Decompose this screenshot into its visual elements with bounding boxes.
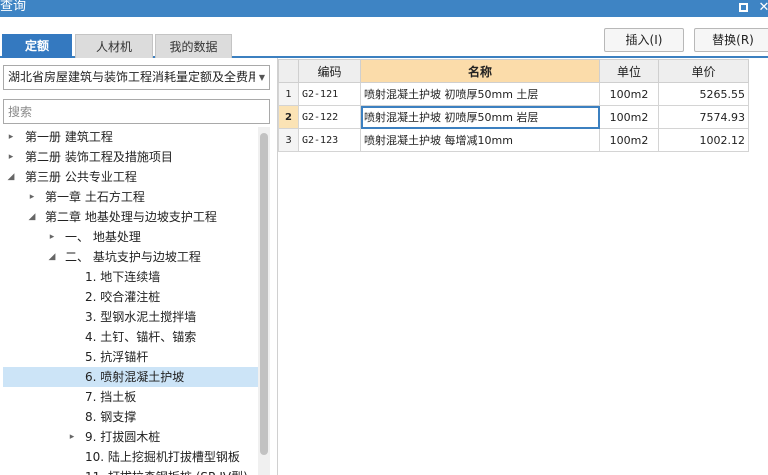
cell-price[interactable]: 5265.55 [658,82,749,106]
tree-node-label: 二、 基坑支护与边坡工程 [65,250,201,264]
tree-node-label: 5. 抗浮锚杆 [85,350,149,364]
cell-code[interactable]: G2-123 [298,128,361,152]
cell-unit[interactable]: 100m2 [599,128,659,152]
tree-node-label: 8. 钢支撑 [85,410,137,424]
tree-node-label: 第二册 装饰工程及措施项目 [25,150,173,164]
expand-icon[interactable]: ▸ [47,227,57,247]
cell-name[interactable]: 喷射混凝土护坡 每增减10mm [360,128,600,152]
chevron-down-icon[interactable]: ▼ [255,66,269,89]
column-header-price[interactable]: 单价 [658,59,749,83]
table-header-row: 编码 名称 单位 单价 [278,59,749,83]
row-number: 1 [278,82,299,106]
tree-node-label: 4. 土钉、锚杆、锚索 [85,330,197,344]
tree-node-label: 7. 挡土板 [85,390,137,404]
cell-name[interactable]: 喷射混凝土护坡 初喷厚50mm 土层 [360,82,600,106]
window-title: 查询 [0,0,27,14]
tree-node-label: 一、 地基处理 [65,230,141,244]
cell-price[interactable]: 7574.93 [658,105,749,129]
expand-icon[interactable]: ▸ [6,127,16,147]
tree-node-label: 11. 打拔拉森钢板桩 (SP-IV型) [85,467,248,475]
tab-my-data[interactable]: 我的数据 [155,34,232,58]
replace-button[interactable]: 替换(R) [694,28,768,52]
tree-node-label: 第三册 公共专业工程 [25,170,137,184]
collapse-icon[interactable]: ◢ [47,247,57,267]
cell-name[interactable]: 喷射混凝土护坡 初喷厚50mm 岩层 [360,105,600,129]
close-icon[interactable]: ✕ [754,0,768,17]
column-header-unit[interactable]: 单位 [599,59,659,83]
scrollbar-thumb[interactable] [260,133,268,455]
tab-quota[interactable]: 定额 [2,34,72,58]
collapse-icon[interactable]: ◢ [27,207,37,227]
left-panel: 湖北省房屋建筑与装饰工程消耗量定额及全费用 ▼ ▸ 第一册 建筑工程 ▸ 第二册… [0,58,275,475]
tree-node-label: 3. 型钢水泥土搅拌墙 [85,310,197,324]
collapse-icon[interactable]: ◢ [6,167,16,187]
column-header-name[interactable]: 名称 [360,59,600,83]
cell-price[interactable]: 1002.12 [658,128,749,152]
column-header-code[interactable]: 编码 [298,59,361,83]
row-number-header [278,59,299,83]
cell-unit[interactable]: 100m2 [599,105,659,129]
tree-node-label: 6. 喷射混凝土护坡 [85,370,185,384]
row-number: 3 [278,128,299,152]
result-grid-area: 编码 名称 单位 单价 1 G2-121 喷射混凝土护坡 初喷厚50mm 土层 … [277,58,768,475]
tree-node-label: 10. 陆上挖掘机打拔槽型钢板 [85,450,240,464]
result-table: 编码 名称 单位 单价 1 G2-121 喷射混凝土护坡 初喷厚50mm 土层 … [278,59,749,152]
tree-node-label: 1. 地下连续墙 [85,270,161,284]
expand-icon[interactable]: ▸ [67,427,77,447]
tree-node-label: 2. 咬合灌注桩 [85,290,161,304]
quota-library-value: 湖北省房屋建筑与装饰工程消耗量定额及全费用 [8,70,261,84]
quota-library-select[interactable]: 湖北省房屋建筑与装饰工程消耗量定额及全费用 ▼ [3,65,270,90]
tab-labor-material-machine[interactable]: 人材机 [75,34,153,58]
tree-scrollbar[interactable] [258,127,270,475]
tree-node-label: 第一章 土石方工程 [45,190,145,204]
search-input[interactable] [3,99,270,124]
row-number: 2 [278,105,299,129]
chapter-tree: ▸ 第一册 建筑工程 ▸ 第二册 装饰工程及措施项目 ◢ 第三册 公共专业工程 … [0,127,258,475]
top-toolbar: 定额 人材机 我的数据 插入(I) 替换(R) [0,17,768,58]
title-bar: 查询 ✕ [0,0,768,17]
table-row[interactable]: 1 G2-121 喷射混凝土护坡 初喷厚50mm 土层 100m2 5265.5… [278,82,749,106]
maximize-icon[interactable] [733,0,753,17]
cell-code[interactable]: G2-122 [298,105,361,129]
cell-code[interactable]: G2-121 [298,82,361,106]
tree-node-label: 9. 打拔圆木桩 [85,430,161,444]
tree-node-item-6-selected[interactable]: 6. 喷射混凝土护坡 [3,367,258,387]
tree-node-label: 第二章 地基处理与边坡支护工程 [45,210,217,224]
tree-node-label: 第一册 建筑工程 [25,130,113,144]
insert-button[interactable]: 插入(I) [604,28,684,52]
expand-icon[interactable]: ▸ [27,187,37,207]
table-row-selected[interactable]: 2 G2-122 喷射混凝土护坡 初喷厚50mm 岩层 100m2 7574.9… [278,105,749,129]
cell-unit[interactable]: 100m2 [599,82,659,106]
expand-icon[interactable]: ▸ [6,147,16,167]
table-row[interactable]: 3 G2-123 喷射混凝土护坡 每增减10mm 100m2 1002.12 [278,128,749,152]
